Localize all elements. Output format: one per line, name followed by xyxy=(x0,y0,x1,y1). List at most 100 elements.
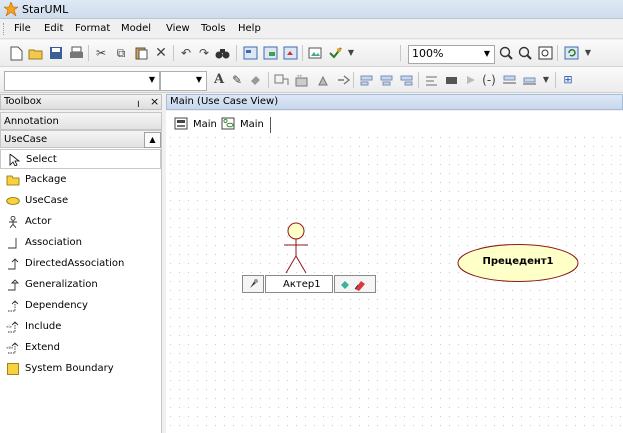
close-icon[interactable]: × xyxy=(150,95,159,108)
pin-icon[interactable]: । xyxy=(136,96,140,110)
menu-format[interactable]: Format xyxy=(75,23,110,34)
tool-extend[interactable]: «e» Extend xyxy=(0,338,161,358)
tool-generalization[interactable]: Generalization xyxy=(0,275,161,295)
align-right-icon[interactable] xyxy=(398,72,414,88)
dropdown-arrow-icon-3[interactable]: ▼ xyxy=(538,72,554,88)
validate-icon[interactable] xyxy=(327,45,343,61)
tool-label: Dependency xyxy=(25,300,88,311)
tab-main-2[interactable]: Main xyxy=(221,117,271,133)
distribute-v-icon[interactable] xyxy=(521,72,537,88)
staruml-logo-icon xyxy=(4,2,18,16)
menu-grip xyxy=(3,23,7,35)
category-usecase[interactable]: UseCase ▲ xyxy=(0,130,162,148)
auto-layout-icon[interactable]: ⊞ xyxy=(560,72,576,88)
svg-text:«»: «» xyxy=(297,73,302,78)
usecase-name: Прецедент1 xyxy=(482,256,554,267)
save-icon[interactable] xyxy=(48,45,64,61)
chevron-down-icon[interactable]: ▼ xyxy=(481,47,493,60)
fill-color-icon[interactable] xyxy=(247,72,263,88)
distribute-h-icon[interactable] xyxy=(501,72,517,88)
generalization-icon xyxy=(8,279,20,291)
tool-usecase[interactable]: UseCase xyxy=(0,191,161,211)
menu-edit[interactable]: Edit xyxy=(44,23,63,34)
open-folder-icon[interactable] xyxy=(28,45,44,61)
undo-icon[interactable]: ↶ xyxy=(178,45,194,61)
fit-to-window-icon[interactable] xyxy=(537,45,553,61)
main-toolbar: ✂ ⧉ ✕ ↶ ↷ ▼ 100% ▼ ▼ xyxy=(0,40,623,67)
diagram-canvas[interactable]: Актер1 Прецедент1 xyxy=(166,133,623,433)
diagram-tabs: Main Main xyxy=(166,111,623,133)
bring-front-icon[interactable] xyxy=(443,72,459,88)
package-icon xyxy=(6,175,20,186)
diagram-icon-1[interactable] xyxy=(242,45,258,61)
visibility-button[interactable] xyxy=(334,275,376,293)
wordwrap-icon[interactable] xyxy=(423,72,439,88)
class-diagram-icon xyxy=(174,117,188,130)
chevron-down-icon[interactable]: ▼ xyxy=(193,73,205,86)
tool-directed-association[interactable]: DirectedAssociation xyxy=(0,254,161,274)
font-name-combo[interactable]: ▼ xyxy=(4,71,160,91)
diagram-icon-2[interactable] xyxy=(262,45,278,61)
align-center-icon[interactable] xyxy=(378,72,394,88)
redo-icon[interactable]: ↷ xyxy=(196,45,212,61)
actor-figure[interactable] xyxy=(281,222,311,277)
refresh-icon[interactable] xyxy=(563,45,579,61)
parentheses-icon[interactable]: (-) xyxy=(481,72,497,88)
tool-dependency[interactable]: Dependency xyxy=(0,296,161,316)
menu-help[interactable]: Help xyxy=(238,23,261,34)
tool-label: UseCase xyxy=(25,195,69,206)
association-icon xyxy=(8,238,17,249)
diagram-icon-3[interactable] xyxy=(282,45,298,61)
format-toolbar: ▼ ▼ A ✎ «» (-) ▼ ⊞ xyxy=(0,67,623,93)
image-export-icon[interactable] xyxy=(307,45,323,61)
font-size-combo[interactable]: ▼ xyxy=(160,71,207,91)
tool-label: Package xyxy=(25,174,67,185)
stereotype-button[interactable] xyxy=(242,275,264,293)
tool-label: Extend xyxy=(25,342,60,353)
tool-include[interactable]: «i» Include xyxy=(0,317,161,337)
line-style-icon[interactable] xyxy=(273,72,289,88)
tool-label: Generalization xyxy=(25,279,98,290)
collapse-up-icon[interactable]: ▲ xyxy=(144,132,161,148)
toolbox-header: Toolbox । × xyxy=(0,94,162,110)
tab-main-1-label: Main xyxy=(193,119,217,130)
suppress-operations-icon[interactable] xyxy=(335,72,351,88)
align-left-icon[interactable] xyxy=(358,72,374,88)
actor-icon xyxy=(9,216,17,228)
paste-icon[interactable] xyxy=(133,45,149,61)
actor-name-editor[interactable]: Актер1 xyxy=(265,275,333,293)
line-color-icon[interactable]: ✎ xyxy=(229,72,245,88)
stereotype-display-icon[interactable]: «» xyxy=(293,72,309,88)
new-file-icon[interactable] xyxy=(8,45,24,61)
menu-tools[interactable]: Tools xyxy=(201,23,226,34)
copy-icon[interactable]: ⧉ xyxy=(113,45,129,61)
tool-label: Include xyxy=(25,321,62,332)
tool-system-boundary[interactable]: System Boundary xyxy=(0,359,161,379)
font-color-icon[interactable]: A xyxy=(211,72,227,88)
menu-view[interactable]: View xyxy=(166,23,190,34)
find-icon[interactable] xyxy=(214,45,230,61)
dropdown-arrow-icon[interactable]: ▼ xyxy=(343,45,359,61)
tool-association[interactable]: Association xyxy=(0,233,161,253)
chevron-down-icon[interactable]: ▼ xyxy=(146,73,158,86)
zoom-out-icon[interactable] xyxy=(517,45,533,61)
svg-text:«e»: «e» xyxy=(6,345,14,350)
menu-bar: File Edit Format Model View Tools Help xyxy=(0,19,623,39)
zoom-in-icon[interactable] xyxy=(498,45,514,61)
menu-file[interactable]: File xyxy=(14,23,31,34)
tool-package[interactable]: Package xyxy=(0,170,161,190)
print-icon[interactable] xyxy=(68,45,84,61)
zoom-combo[interactable]: 100% ▼ xyxy=(408,45,495,64)
dropdown-arrow-icon-2[interactable]: ▼ xyxy=(580,45,596,61)
toolbox-list: Select Package UseCase Actor Association… xyxy=(0,148,162,433)
category-annotation[interactable]: Annotation xyxy=(0,112,162,130)
tool-select[interactable]: Select xyxy=(0,149,161,169)
send-back-icon[interactable] xyxy=(463,72,479,88)
delete-icon[interactable]: ✕ xyxy=(153,45,169,61)
tool-actor[interactable]: Actor xyxy=(0,212,161,232)
cut-icon[interactable]: ✂ xyxy=(93,45,109,61)
tool-label: Actor xyxy=(25,216,52,227)
suppress-attributes-icon[interactable] xyxy=(315,72,331,88)
tool-label: Select xyxy=(26,154,57,165)
menu-model[interactable]: Model xyxy=(121,23,151,34)
